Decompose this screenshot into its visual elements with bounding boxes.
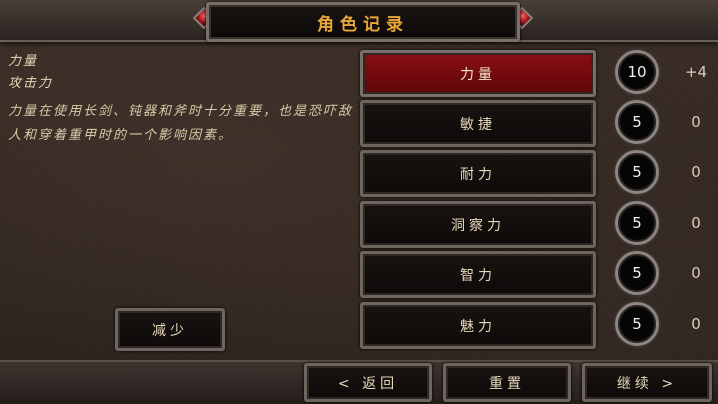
attribute-value-badge: 5 [615,100,659,144]
back-label: < 返回 [337,375,399,392]
attribute-name: 力量 [8,54,39,69]
attribute-label: 敏捷 [460,116,496,133]
attribute-value-badge: 5 [615,251,659,295]
attribute-button-strength[interactable]: 力量 [360,50,596,97]
attribute-button-agility[interactable]: 敏捷 [360,100,596,147]
decrease-button[interactable]: 减少 [115,308,225,351]
continue-label: 继续 > [616,375,678,392]
attribute-button-perception[interactable]: 洞察力 [360,201,596,248]
attribute-label: 耐力 [460,166,496,183]
decrease-label: 减少 [152,322,188,339]
attribute-bonus: 0 [691,214,701,232]
continue-button[interactable]: 继续 > [582,363,712,402]
attribute-bonus: 0 [691,163,701,181]
leather-background [0,0,718,402]
page-title: 角色记录 [206,2,520,42]
attribute-description: 力量在使用长剑、钝器和斧时十分重要，也是恐吓敌人和穿着重甲时的一个影响因素。 [8,104,354,143]
attribute-button-intelligence[interactable]: 智力 [360,251,596,298]
reset-button[interactable]: 重置 [443,363,571,402]
back-button[interactable]: < 返回 [304,363,432,402]
attribute-value-badge: 5 [615,150,659,194]
attribute-value-badge: 10 [615,50,659,94]
attribute-value-badge: 5 [615,302,659,346]
attribute-label: 魅力 [460,318,496,335]
reset-label: 重置 [489,375,525,392]
attribute-button-endurance[interactable]: 耐力 [360,150,596,197]
attribute-bonus: 0 [691,315,701,333]
attribute-bonus: 0 [691,264,701,282]
attribute-button-charisma[interactable]: 魅力 [360,302,596,349]
attribute-bonus: 0 [691,113,701,131]
attribute-subtitle: 攻击力 [8,76,54,91]
attribute-label: 智力 [460,267,496,284]
attribute-value-badge: 5 [615,201,659,245]
attribute-label: 力量 [460,66,496,83]
attribute-label: 洞察力 [451,217,505,234]
attribute-bonus: +4 [684,63,708,81]
